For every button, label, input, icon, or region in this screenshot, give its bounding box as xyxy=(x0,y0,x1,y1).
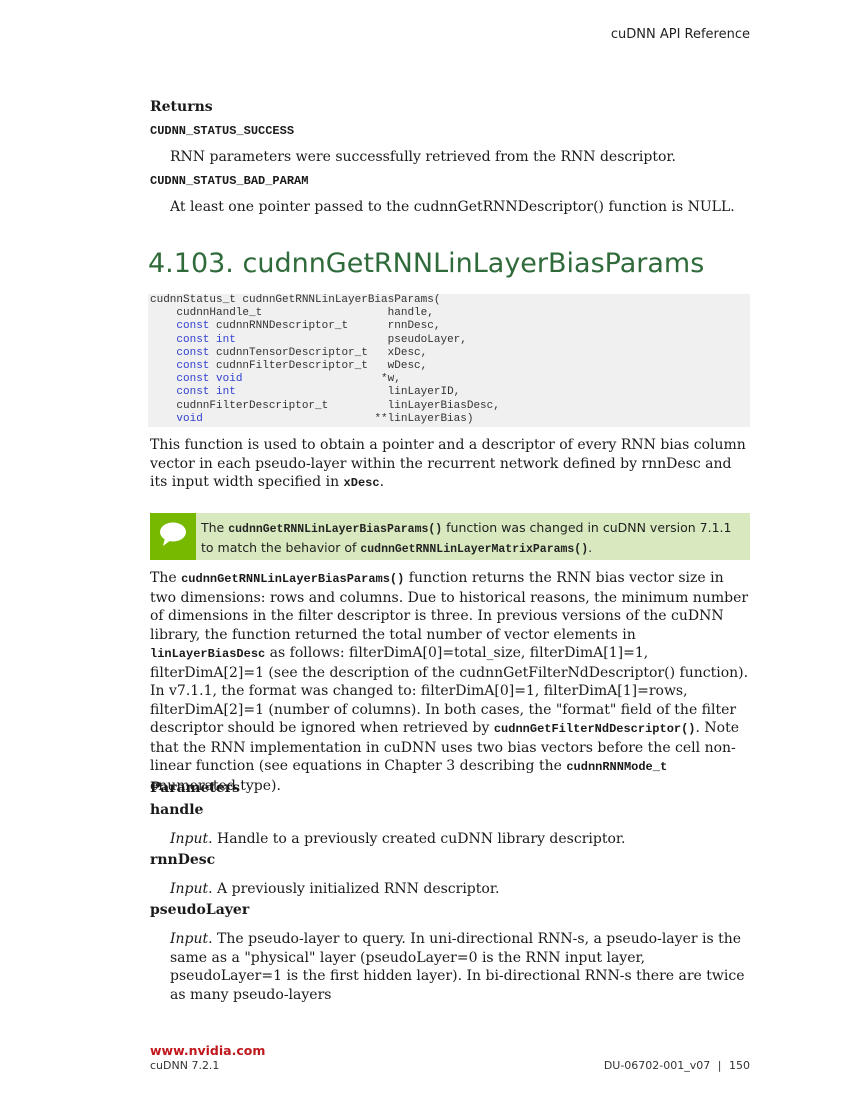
section-name: cudnnGetRNNLinLayerBiasParams xyxy=(242,248,705,279)
param-io: Input. xyxy=(170,831,213,847)
speech-bubble-icon xyxy=(158,521,188,553)
code-keyword: const xyxy=(176,373,210,386)
status-code-success: CUDNN_STATUS_SUCCESS xyxy=(150,124,295,138)
code-line: cudnnFilterDescriptor_t linLayerBiasDesc… xyxy=(150,399,500,412)
code-keyword: const xyxy=(176,320,210,333)
param-io: Input. xyxy=(170,931,213,947)
note-text-part: . xyxy=(588,540,593,555)
param-desc-text: A previously initialized RNN descriptor. xyxy=(212,881,500,897)
section-number: 4.103. xyxy=(148,248,234,279)
param-desc-text: Handle to a previously created cuDNN lib… xyxy=(212,831,626,847)
code-line: const cudnnRNNDescriptor_t rnnDesc, xyxy=(176,320,441,333)
inline-code: cudnnGetRNNLinLayerBiasParams() xyxy=(181,572,405,586)
footer-product: cuDNN 7.2.1 xyxy=(150,1059,220,1072)
note-box: The cudnnGetRNNLinLayerBiasParams() func… xyxy=(150,513,750,560)
status-desc-bad-param: At least one pointer passed to the cudnn… xyxy=(170,199,735,215)
body-text: The xyxy=(150,570,182,586)
code-keyword: const xyxy=(176,346,210,359)
code-line: void **linLayerBias) xyxy=(176,412,474,425)
running-header: cuDNN API Reference xyxy=(610,27,750,42)
param-name-pseudolayer: pseudoLayer xyxy=(150,902,250,918)
function-signature-code-block: cudnnStatus_t cudnnGetRNNLinLayerBiasPar… xyxy=(148,294,750,427)
code-keyword: void xyxy=(176,412,203,425)
intro-text-end: . xyxy=(379,474,385,490)
footer-url[interactable]: www.nvidia.com xyxy=(150,1043,265,1058)
page-number: 150 xyxy=(729,1059,750,1072)
code-line: const cudnnFilterDescriptor_t wDesc, xyxy=(176,360,428,373)
note-code-matrix: cudnnGetRNNLinLayerMatrixParams() xyxy=(360,543,589,556)
param-name-handle: handle xyxy=(150,802,204,818)
parameters-heading: Parameters xyxy=(150,780,241,796)
intro-paragraph: This function is used to obtain a pointe… xyxy=(150,436,752,493)
param-desc-text: The pseudo-layer to query. In uni-direct… xyxy=(170,931,745,1003)
code-line: const int pseudoLayer, xyxy=(176,333,467,346)
code-keyword: const xyxy=(176,360,210,373)
note-code-bias: cudnnGetRNNLinLayerBiasParams() xyxy=(228,523,443,536)
param-desc-pseudolayer: Input. The pseudo-layer to query. In uni… xyxy=(170,930,752,1004)
returns-heading: Returns xyxy=(150,99,213,115)
code-keyword: int xyxy=(216,386,236,399)
section-title: 4.103. cudnnGetRNNLinLayerBiasParams xyxy=(148,248,704,279)
param-name-rnndesc: rnnDesc xyxy=(150,852,216,868)
param-io: Input. xyxy=(170,881,213,897)
code-keyword: void xyxy=(216,373,243,386)
footer-separator: | xyxy=(717,1059,722,1072)
note-text: The cudnnGetRNNLinLayerBiasParams() func… xyxy=(201,519,741,559)
inline-code: linLayerBiasDesc xyxy=(150,647,266,661)
inline-code: cudnnGetFilterNdDescriptor() xyxy=(493,722,696,736)
status-desc-success: RNN parameters were successfully retriev… xyxy=(170,149,677,165)
param-desc-rnndesc: Input. A previously initialized RNN desc… xyxy=(170,880,752,899)
code-keyword: int xyxy=(216,333,236,346)
code-keyword: const xyxy=(176,333,210,346)
footer-doc-id: DU-06702-001_v07 xyxy=(603,1059,711,1072)
code-line: cudnnStatus_t cudnnGetRNNLinLayerBiasPar… xyxy=(150,294,441,306)
code-line: const int linLayerID, xyxy=(176,386,461,399)
code-line: const cudnnTensorDescriptor_t xDesc, xyxy=(176,346,428,359)
param-desc-handle: Input. Handle to a previously created cu… xyxy=(170,830,752,849)
footer-page-info: DU-06702-001_v07 | 150 xyxy=(604,1059,750,1072)
code-line: const void *w, xyxy=(176,373,401,386)
code-keyword: const xyxy=(176,386,210,399)
inline-code-xdesc: xDesc xyxy=(343,476,380,490)
status-code-bad-param: CUDNN_STATUS_BAD_PARAM xyxy=(150,174,309,188)
note-text-part: The xyxy=(201,520,229,535)
note-icon-container xyxy=(150,513,196,560)
code-line: cudnnHandle_t handle, xyxy=(150,307,434,320)
intro-text: This function is used to obtain a pointe… xyxy=(150,437,746,490)
inline-code: cudnnRNNMode_t xyxy=(566,760,668,774)
description-paragraph: The cudnnGetRNNLinLayerBiasParams() func… xyxy=(150,569,752,795)
